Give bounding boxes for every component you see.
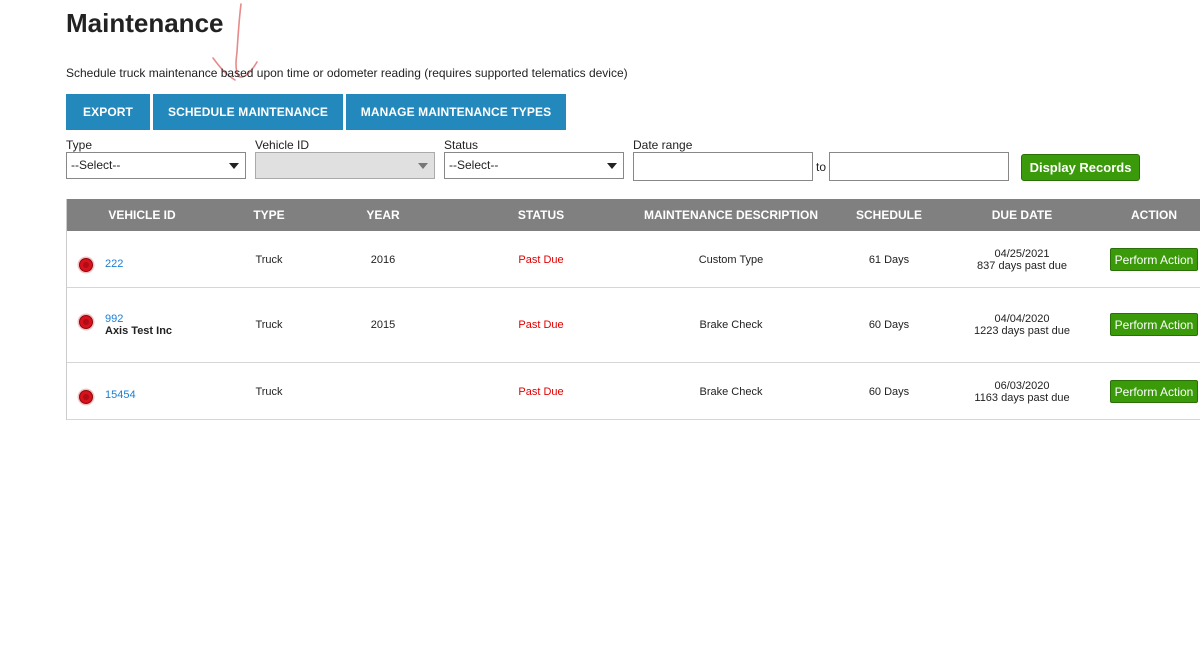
vehicle-id-link[interactable]: 222 [105,258,123,270]
status-cell: Past Due [518,386,564,398]
vehicle-id-cell: 992 Axis Test Inc [105,313,172,337]
date-to-label: to [816,160,827,174]
status-dot-icon [79,315,93,329]
chevron-down-icon [418,163,428,169]
column-header-type[interactable]: TYPE [229,199,309,231]
column-header-action: ACTION [1131,208,1177,222]
vehicle-id-link[interactable]: 992 [105,313,123,325]
column-header-vehicle-id[interactable]: VEHICLE ID [77,199,207,231]
due-note: 1163 days past due [974,392,1070,404]
due-date-cell: 04/25/2021 837 days past due [962,248,1082,272]
status-cell: Past Due [518,254,564,266]
description-cell: Brake Check [699,319,763,331]
column-header-year[interactable]: YEAR [343,199,423,231]
description-cell: Custom Type [698,254,764,266]
due-date-cell: 04/04/2020 1223 days past due [962,313,1082,337]
manage-maintenance-types-button[interactable]: MANAGE MAINTENANCE TYPES [346,94,566,130]
schedule-cell: 60 Days [868,386,910,398]
due-date: 06/03/2020 [994,380,1050,392]
chevron-down-icon [607,163,617,169]
table-header: VEHICLE ID TYPE YEAR STATUS MAINTENANCE … [67,199,1200,231]
year-cell: 2016 [370,254,396,266]
table-row: 15454 Truck Past Due Brake Check 60 Days… [67,363,1200,420]
page-title: Maintenance [66,8,224,38]
filter-bar: Type --Select-- Vehicle ID Status --Sele… [0,138,1200,188]
status-select-value: --Select-- [449,158,499,172]
perform-action-button[interactable]: Perform Action [1110,248,1198,271]
status-dot-icon [79,390,93,404]
column-header-status[interactable]: STATUS [491,199,591,231]
due-note: 837 days past due [977,260,1067,272]
type-cell: Truck [255,254,283,266]
status-filter-label: Status [444,138,479,152]
schedule-cell: 61 Days [868,254,910,266]
type-cell: Truck [255,386,283,398]
vehicle-id-cell: 222 [105,258,123,270]
vehicle-id-cell: 15454 [105,389,136,401]
chevron-down-icon [229,163,239,169]
perform-action-button[interactable]: Perform Action [1110,313,1198,336]
date-from-input[interactable] [633,152,813,181]
display-records-button[interactable]: Display Records [1021,154,1140,181]
type-filter-label: Type [66,138,93,152]
vehicle-id-link[interactable]: 15454 [105,389,136,401]
schedule-maintenance-button[interactable]: SCHEDULE MAINTENANCE [153,94,343,130]
status-cell: Past Due [518,319,564,331]
due-date-cell: 06/03/2020 1163 days past due [962,380,1082,404]
due-note: 1223 days past due [973,325,1071,337]
schedule-cell: 60 Days [868,319,910,331]
column-header-due-date[interactable]: DUE DATE [972,199,1072,231]
status-dot-icon [79,258,93,272]
due-date: 04/04/2020 [994,313,1050,325]
type-select-value: --Select-- [71,158,121,172]
maintenance-table: VEHICLE ID TYPE YEAR STATUS MAINTENANCE … [66,199,1200,420]
vehicle-filter-label: Vehicle ID [255,138,310,152]
type-cell: Truck [255,319,283,331]
export-button[interactable]: EXPORT [66,94,150,130]
due-date: 04/25/2021 [994,248,1050,260]
table-row: 222 Truck 2016 Past Due Custom Type 61 D… [67,231,1200,288]
table-row: 992 Axis Test Inc Truck 2015 Past Due Br… [67,288,1200,363]
vehicle-id-select[interactable] [255,152,435,179]
type-select[interactable]: --Select-- [66,152,246,179]
date-to-input[interactable] [829,152,1009,181]
column-header-schedule[interactable]: SCHEDULE [839,199,939,231]
perform-action-button[interactable]: Perform Action [1110,380,1198,403]
date-range-label: Date range [633,138,693,152]
page-subtitle: Schedule truck maintenance based upon ti… [66,66,628,80]
column-header-description[interactable]: MAINTENANCE DESCRIPTION [641,199,821,231]
description-cell: Brake Check [699,386,763,398]
vehicle-owner: Axis Test Inc [105,325,173,337]
year-cell: 2015 [370,319,396,331]
status-select[interactable]: --Select-- [444,152,624,179]
